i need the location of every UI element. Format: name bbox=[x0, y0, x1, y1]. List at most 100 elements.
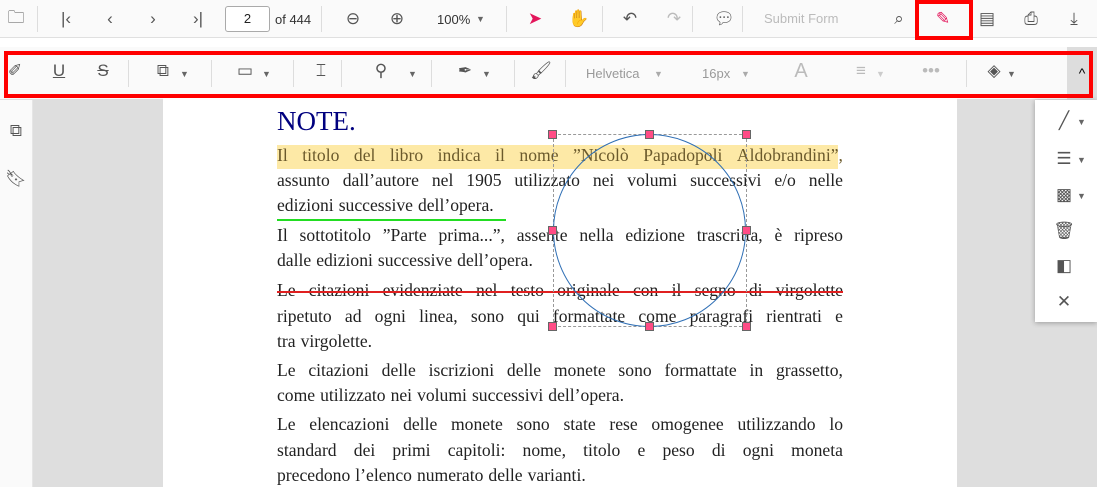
line-thickness-icon[interactable]: ☰ bbox=[1053, 148, 1075, 170]
zoom-in-icon[interactable]: ⊕ bbox=[386, 8, 408, 30]
word: Aldobrandini”, bbox=[736, 145, 843, 165]
resize-handle[interactable] bbox=[645, 322, 654, 331]
word: sottotitolo bbox=[299, 225, 371, 245]
line-color-icon[interactable]: ╱ bbox=[1053, 110, 1075, 132]
font-family-select[interactable]: Helvetica bbox=[586, 66, 639, 81]
resize-handle[interactable] bbox=[742, 322, 751, 331]
word: ”Parte bbox=[382, 225, 427, 245]
resize-handle[interactable] bbox=[645, 130, 654, 139]
properties-icon[interactable]: ◧ bbox=[1053, 255, 1075, 277]
word: iscrizioni bbox=[428, 360, 495, 380]
word: primi bbox=[392, 440, 431, 460]
word: state bbox=[563, 414, 596, 434]
print-icon[interactable]: ⎙ bbox=[1020, 8, 1042, 30]
divider bbox=[37, 6, 38, 32]
free-text-icon[interactable]: ⌶ bbox=[310, 60, 332, 82]
chevron-down-icon: ▼ bbox=[408, 69, 417, 79]
undo-icon[interactable]: ↶ bbox=[619, 8, 641, 30]
page-count: of 444 bbox=[275, 12, 312, 27]
divider bbox=[692, 6, 693, 32]
chevron-down-icon: ▼ bbox=[476, 14, 485, 24]
underline-annotation[interactable] bbox=[277, 219, 506, 221]
word: dell’opera. bbox=[417, 195, 494, 215]
open-folder-icon[interactable]: 🗀 bbox=[5, 8, 27, 30]
word: 1905 bbox=[466, 170, 502, 190]
fill-color-icon[interactable]: ◈ bbox=[983, 60, 1005, 82]
measure-icon[interactable]: ▭ bbox=[234, 60, 256, 82]
divider bbox=[565, 60, 566, 87]
text-line: Le citazioni delle iscrizioni delle monete son… bbox=[277, 360, 843, 381]
text-line: precedono l’elenco numerato delle varianti. bbox=[277, 465, 843, 486]
circle-annotation[interactable] bbox=[553, 134, 746, 327]
page-number-input[interactable]: 2 bbox=[225, 6, 270, 32]
font-size-select[interactable]: 16px bbox=[702, 66, 730, 81]
resize-handle[interactable] bbox=[548, 322, 557, 331]
word: sono bbox=[516, 414, 550, 434]
shapes-icon[interactable]: ⧉ bbox=[152, 60, 174, 82]
divider bbox=[293, 60, 294, 87]
word: l’elenco bbox=[355, 465, 412, 485]
more-options-icon[interactable]: ••• bbox=[920, 60, 942, 82]
zoom-select[interactable]: 100% bbox=[437, 12, 470, 27]
divider bbox=[431, 60, 432, 87]
word: delle bbox=[403, 414, 438, 434]
opacity-icon[interactable]: ▩ bbox=[1053, 184, 1075, 206]
word: capitoli: bbox=[447, 440, 506, 460]
close-icon[interactable]: ✕ bbox=[1053, 291, 1075, 313]
word: titolo bbox=[302, 145, 340, 165]
word: libro bbox=[389, 145, 424, 165]
comment-icon[interactable]: 💬︎ bbox=[713, 8, 735, 30]
submit-form-button[interactable]: Submit Form bbox=[764, 11, 838, 26]
word: omogenee bbox=[651, 414, 724, 434]
signature-icon[interactable]: ✒ bbox=[454, 60, 476, 82]
word: dall’autore bbox=[342, 170, 419, 190]
search-icon[interactable]: ⌕ bbox=[888, 8, 910, 30]
resize-handle[interactable] bbox=[742, 130, 751, 139]
redo-icon[interactable]: ↷ bbox=[663, 8, 685, 30]
first-page-icon[interactable]: |‹ bbox=[55, 8, 77, 30]
form-designer-icon[interactable]: ▤ bbox=[976, 8, 998, 30]
page-thumbnails-icon[interactable]: ⧉ bbox=[5, 120, 27, 142]
word: edizioni bbox=[316, 250, 373, 270]
font-color-icon[interactable]: A bbox=[790, 60, 812, 82]
resize-handle[interactable] bbox=[548, 226, 557, 235]
word: Le bbox=[277, 360, 296, 380]
word: Il bbox=[277, 225, 288, 245]
word: dei bbox=[353, 440, 376, 460]
chevron-down-icon: ▼ bbox=[876, 69, 885, 79]
highlight-icon[interactable]: ✐ bbox=[4, 60, 26, 82]
delete-icon[interactable]: 🗑︎ bbox=[1053, 220, 1075, 242]
word: e bbox=[637, 440, 646, 460]
word: assunto bbox=[277, 170, 330, 190]
text-align-icon[interactable]: ≡ bbox=[850, 60, 872, 82]
text-line: come utilizzato nei volumi successivi dell’op… bbox=[277, 385, 843, 406]
zoom-out-icon[interactable]: ⊖ bbox=[342, 8, 364, 30]
word: monete bbox=[450, 414, 503, 434]
resize-handle[interactable] bbox=[742, 226, 751, 235]
bookmark-icon[interactable]: 🔖︎ bbox=[5, 168, 27, 190]
word: numerato bbox=[416, 465, 484, 485]
last-page-icon[interactable]: ›| bbox=[187, 8, 209, 30]
pan-hand-icon[interactable]: ✋ bbox=[568, 8, 590, 30]
word: monete bbox=[553, 360, 606, 380]
previous-page-icon[interactable]: ‹ bbox=[99, 8, 121, 30]
word: in bbox=[749, 360, 764, 380]
underline-icon[interactable]: U bbox=[48, 60, 70, 82]
select-cursor-icon[interactable]: ➤ bbox=[524, 8, 546, 30]
word: ad bbox=[344, 306, 362, 326]
stamp-icon[interactable]: ⚲ bbox=[370, 60, 392, 82]
word: lo bbox=[829, 414, 843, 434]
resize-handle[interactable] bbox=[548, 130, 557, 139]
chevron-down-icon: ▼ bbox=[741, 69, 750, 79]
word: Le bbox=[277, 414, 296, 434]
download-icon[interactable]: ⤓ bbox=[1063, 8, 1085, 30]
word: standard bbox=[277, 440, 337, 460]
word: dalle bbox=[277, 250, 312, 270]
ink-brush-icon[interactable]: 🖌︎ bbox=[530, 60, 552, 82]
edit-annotation-icon[interactable]: ✎ bbox=[932, 8, 954, 30]
next-page-icon[interactable]: › bbox=[142, 8, 164, 30]
main-toolbar: 🗀 |‹ ‹ › ›| 2 of 444 ⊖ ⊕ 100% ▼ ➤ ✋ ↶ ↷ … bbox=[0, 0, 1097, 38]
annotation-toolbar: ✐ U S ⧉ ▼ ▭ ▼ ⌶ ⚲ ▼ ✒ ▼ 🖌︎ Helvetica ▼ 16px ▼ … bbox=[0, 47, 1097, 100]
collapse-toolbar-button[interactable]: ^ bbox=[1067, 47, 1097, 100]
strikethrough-icon[interactable]: S bbox=[92, 60, 114, 82]
